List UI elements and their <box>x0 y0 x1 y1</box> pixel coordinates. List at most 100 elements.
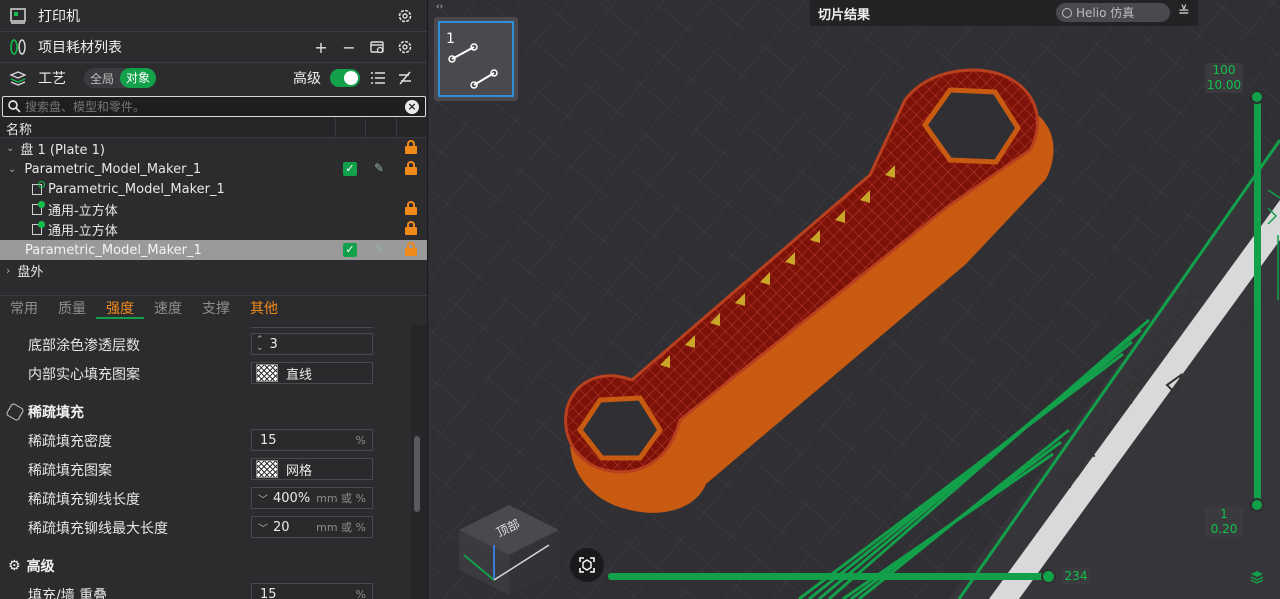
add-filament-button[interactable]: + <box>312 38 330 57</box>
tree-row-object[interactable]: ⌄ Parametric_Model_Maker_1 ✓ ✎ <box>0 159 427 179</box>
visibility-checkbox[interactable]: ✓ <box>343 243 357 257</box>
param-sparse-anchor-length: 稀疏填充铆线长度 ﹀ 400% mm 或 % <box>0 487 410 509</box>
tab-speed[interactable]: 速度 <box>144 296 192 319</box>
scope-toggle[interactable]: 全局 对象 <box>84 68 157 88</box>
internal-solid-pattern-select[interactable]: 直线 <box>251 362 373 384</box>
gear-icon[interactable] <box>396 38 414 56</box>
filament-list-title: 项目耗材列表 <box>38 40 122 56</box>
helio-icon <box>1062 7 1072 18</box>
param-unit: % <box>355 587 366 599</box>
tree-row-modifier[interactable]: 通用-立方体 <box>0 219 427 239</box>
layer-slider-track[interactable] <box>1254 98 1261 508</box>
grid-pattern-icon <box>256 460 278 478</box>
infill-wall-overlap-input[interactable]: 15 % <box>251 583 373 599</box>
collapse-arrows-icon[interactable]: ‹› <box>436 2 443 12</box>
lock-icon[interactable] <box>405 161 417 175</box>
search-input[interactable] <box>25 99 405 114</box>
param-label: 底部涂色渗透层数 <box>28 338 140 354</box>
right-edge-controls <box>1266 189 1280 300</box>
filament-sync-icon[interactable] <box>368 38 386 56</box>
divider <box>251 327 373 328</box>
filament-list-header[interactable]: 项目耗材列表 + − <box>0 35 427 59</box>
layers-toggle-icon[interactable] <box>1250 570 1264 588</box>
plate-thumbnail[interactable]: 1 <box>434 17 518 101</box>
visibility-checkbox[interactable]: ✓ <box>343 162 357 176</box>
lock-icon[interactable] <box>405 221 417 235</box>
printer-header[interactable]: 打印机 <box>0 4 427 28</box>
move-slider-track[interactable] <box>608 573 1048 580</box>
settings-tabs: 常用 质量 强度 速度 支撑 其他 <box>0 295 427 319</box>
tab-strength[interactable]: 强度 <box>96 296 144 319</box>
tree-row-modifier[interactable]: 通用-立方体 <box>0 199 427 219</box>
camera-icon <box>579 557 595 573</box>
parameter-list: 底部涂色渗透层数 ⌃ ⌄ 3 内部实心填充图案 直线 稀疏填充 稀疏填充密度 15… <box>0 325 410 599</box>
left-panel: 打印机 项目耗材列表 + − 工艺 全局 对象 高级 搜索盘、模型和零件。 × … <box>0 0 428 599</box>
layer-slider-top-handle[interactable] <box>1250 90 1264 104</box>
tab-others[interactable]: 其他 <box>240 296 288 319</box>
tree-row-label: Parametric_Model_Maker_1 <box>25 242 202 258</box>
tree-row-object-selected[interactable]: Parametric_Model_Maker_1 ✓ ✎ <box>0 240 427 260</box>
column-divider <box>335 118 336 138</box>
divider <box>0 62 427 63</box>
param-unit: mm 或 % <box>316 521 366 534</box>
scrollbar-thumb[interactable] <box>414 436 420 512</box>
param-unit: % <box>355 433 366 447</box>
section-title: 高级 <box>26 559 55 575</box>
scope-global[interactable]: 全局 <box>84 70 120 87</box>
compare-icon[interactable] <box>396 69 414 87</box>
chevron-right-icon[interactable]: › <box>6 264 10 277</box>
process-header: 工艺 全局 对象 高级 <box>0 66 427 90</box>
column-name: 名称 <box>6 123 33 138</box>
tree-row-plate[interactable]: ⌄ 盘 1 (Plate 1) <box>0 138 427 158</box>
sparse-anchor-length-input[interactable]: ﹀ 400% mm 或 % <box>251 487 373 509</box>
tree-row-offplate[interactable]: › 盘外 <box>0 260 427 280</box>
list-icon[interactable] <box>369 69 387 87</box>
lock-icon[interactable] <box>405 242 417 256</box>
camera-reset-button[interactable] <box>570 548 604 582</box>
lock-icon[interactable] <box>405 140 417 154</box>
chevron-down-icon[interactable]: ⌄ <box>8 164 16 175</box>
tree-row-label: 盘 1 (Plate 1) <box>20 142 105 158</box>
gears-icon: ⚙ <box>8 558 21 574</box>
3d-viewport[interactable]: PLA/PETG/ABS/TPU/PC HOT SURFACE 顶部 <box>429 0 1280 599</box>
lock-icon[interactable] <box>405 201 417 215</box>
advanced-toggle[interactable] <box>330 69 360 87</box>
chevron-down-icon[interactable]: ≚ <box>1178 4 1190 20</box>
bottom-paint-layers-input[interactable]: ⌃ ⌄ 3 <box>251 333 373 355</box>
chevron-down-icon[interactable]: ﹀ <box>258 520 268 535</box>
tab-quality[interactable]: 质量 <box>48 296 96 319</box>
paint-icon[interactable]: ✎ <box>374 242 384 256</box>
gear-icon[interactable] <box>396 7 414 25</box>
bottom-layer-number: 1 <box>1220 507 1228 521</box>
divider <box>0 31 427 32</box>
move-slider-handle[interactable] <box>1041 569 1056 584</box>
param-value: 3 <box>269 336 278 352</box>
section-title: 稀疏填充 <box>28 405 84 421</box>
process-title: 工艺 <box>38 71 66 87</box>
paint-icon[interactable]: ✎ <box>374 161 384 175</box>
param-label: 稀疏填充密度 <box>28 434 112 450</box>
spin-icon[interactable]: ⌃ ⌄ <box>256 336 264 353</box>
param-sparse-pattern: 稀疏填充图案 网格 <box>0 458 410 480</box>
tree-row-part[interactable]: Parametric_Model_Maker_1 <box>0 179 427 199</box>
param-sparse-anchor-max: 稀疏填充铆线最大长度 ﹀ 20 mm 或 % <box>0 516 410 538</box>
remove-filament-button[interactable]: − <box>340 38 358 57</box>
scope-object[interactable]: 对象 <box>120 68 157 88</box>
helio-simulation-button[interactable]: Helio 仿真 <box>1056 3 1170 22</box>
param-value: 400% <box>273 490 311 506</box>
clear-search-icon[interactable]: × <box>405 99 419 114</box>
sparse-density-input[interactable]: 15 % <box>251 429 373 451</box>
filament-icon <box>8 37 28 57</box>
sparse-pattern-select[interactable]: 网格 <box>251 458 373 480</box>
param-label: 填充/墙 重叠 <box>28 588 108 599</box>
param-value: 直线 <box>286 367 313 383</box>
chevron-down-icon[interactable]: ﹀ <box>258 491 268 506</box>
param-label: 稀疏填充铆线长度 <box>28 492 140 508</box>
column-divider <box>365 118 366 138</box>
sparse-anchor-max-input[interactable]: ﹀ 20 mm 或 % <box>251 516 373 538</box>
layer-slider-bottom-handle[interactable] <box>1250 498 1264 512</box>
printer-icon <box>8 6 28 26</box>
tab-common[interactable]: 常用 <box>0 296 48 319</box>
chevron-down-icon[interactable]: ⌄ <box>6 143 14 154</box>
tab-support[interactable]: 支撑 <box>192 296 240 319</box>
